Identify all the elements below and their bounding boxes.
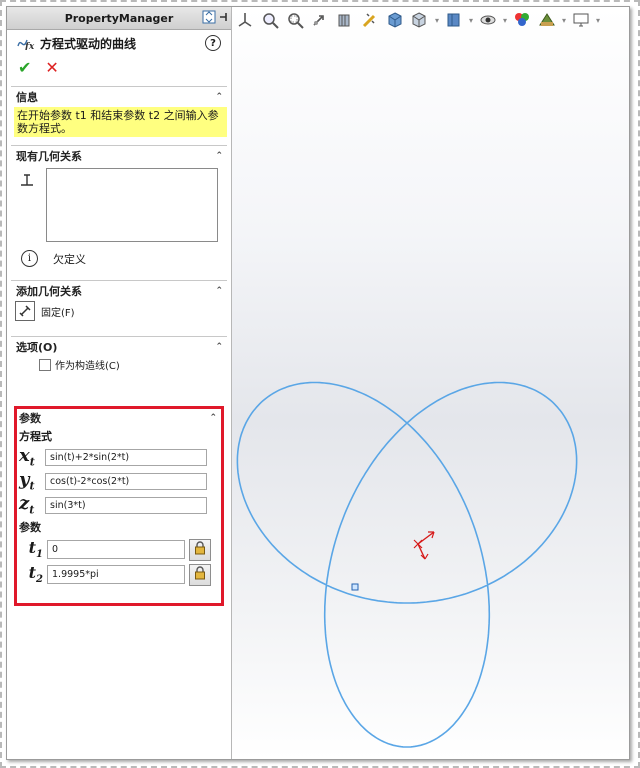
graphics-viewport[interactable]: ▾ ▾ ▾ ▾ ▾ — [232, 7, 629, 759]
relations-list-box[interactable] — [46, 168, 218, 242]
add-relations-section: 添加几何关系 ⌃ 固定(F) — [11, 280, 227, 336]
ok-cancel-row: ✔ ✕ — [7, 56, 231, 78]
lock-icon — [193, 541, 207, 558]
collapse-chevron-icon[interactable]: ⌃ — [215, 151, 223, 161]
collapse-chevron-icon[interactable]: ⌃ — [215, 342, 223, 352]
add-relations-title: 添加几何关系 — [16, 285, 82, 298]
options-header[interactable]: 选项(O) ⌃ — [11, 337, 227, 357]
parameters-title: 参数 — [19, 412, 41, 425]
t1-input[interactable]: 0 — [47, 540, 185, 559]
construction-checkbox[interactable] — [39, 358, 51, 371]
info-section-header[interactable]: 信息 ⌃ — [11, 87, 227, 107]
cancel-button[interactable]: ✕ — [45, 58, 58, 77]
fix-relation-row[interactable]: 固定(F) — [11, 301, 227, 321]
info-section: 信息 ⌃ 在开始参数 t1 和结束参数 t2 之间输入参数方程式。 — [11, 86, 227, 145]
t1-variable-label: t1 — [28, 538, 43, 561]
definition-status: 欠定义 — [53, 252, 86, 266]
t2-variable-label: t2 — [28, 563, 43, 586]
feature-title-row: fx 方程式驱动的曲线 ? — [7, 30, 231, 56]
collapse-chevron-icon[interactable]: ⌃ — [209, 413, 217, 423]
equation-y-input[interactable]: cos(t)-2*cos(2*t) — [45, 472, 207, 490]
equation-z-input[interactable]: sin(3*t) — [45, 496, 207, 514]
existing-relations-header[interactable]: 现有几何关系 ⌃ — [11, 146, 227, 166]
x-variable-label: xt — [19, 445, 35, 469]
feature-title: 方程式驱动的曲线 — [40, 36, 137, 51]
info-section-title: 信息 — [16, 91, 38, 104]
parameters-header[interactable]: 参数 ⌃ — [17, 409, 221, 427]
fix-anchor-icon[interactable] — [15, 301, 35, 321]
t1-lock-button[interactable] — [189, 538, 211, 561]
equation-y-row: yt cos(t)-2*cos(2*t) — [17, 469, 221, 493]
equation-driven-curve[interactable] — [236, 381, 578, 748]
ok-button[interactable]: ✔ — [18, 58, 31, 77]
curve-start-point[interactable] — [351, 583, 359, 591]
equation-x-row: xt sin(t)+2*sin(2*t) — [17, 445, 221, 469]
t2-input[interactable]: 1.9995*pi — [47, 565, 185, 584]
curve-canvas — [236, 381, 578, 748]
equation-x-input[interactable]: sin(t)+2*sin(2*t) — [45, 448, 207, 466]
coordinate-triad-icon — [413, 531, 435, 560]
fix-relation-label[interactable]: 固定(F) — [41, 304, 75, 319]
equation-z-row: zt sin(3*t) — [17, 493, 221, 517]
z-variable-label: zt — [19, 493, 35, 517]
collapse-chevron-icon[interactable]: ⌃ — [215, 92, 223, 102]
t2-lock-button[interactable] — [189, 563, 211, 586]
svg-text:fx: fx — [24, 42, 35, 50]
params-label: 参数 — [19, 521, 41, 534]
collapse-chevron-icon[interactable]: ⌃ — [215, 286, 223, 296]
add-relations-header[interactable]: 添加几何关系 ⌃ — [11, 281, 227, 301]
parameters-section: 参数 ⌃ 方程式 xt sin(t)+2*sin(2*t) yt cos(t)-… — [14, 406, 224, 606]
equation-curve-icon: fx — [17, 34, 35, 53]
property-manager-panel: PropertyManager fx 方程式驱动的曲线 ? ✔ ✕ 信息 ⌃ 在… — [7, 7, 232, 759]
y-variable-label: yt — [19, 469, 35, 493]
options-section: 选项(O) ⌃ 作为构造线(C) — [11, 336, 227, 387]
existing-relations-section: 现有几何关系 ⌃ i 欠定义 — [11, 145, 227, 280]
pin-icon[interactable] — [219, 10, 229, 27]
relation-icon — [19, 172, 35, 191]
options-title: 选项(O) — [16, 341, 58, 354]
expand-panel-icon[interactable] — [202, 10, 216, 27]
help-button[interactable]: ? — [205, 35, 221, 51]
existing-relations-title: 现有几何关系 — [16, 150, 82, 163]
property-manager-header: PropertyManager — [7, 7, 231, 30]
construction-label[interactable]: 作为构造线(C) — [55, 357, 120, 372]
info-icon: i — [21, 250, 38, 267]
info-message: 在开始参数 t1 和结束参数 t2 之间输入参数方程式。 — [14, 107, 227, 137]
param-t2-row: t2 1.9995*pi — [17, 562, 221, 587]
param-t1-row: t1 0 — [17, 537, 221, 562]
panel-header-title: PropertyManager — [64, 11, 174, 25]
lock-icon — [193, 566, 207, 583]
equations-label: 方程式 — [19, 430, 52, 443]
app-window: ▾ ▾ ▾ ▾ ▾ PropertyManager fx 方程式驱动的曲线 ? … — [6, 6, 630, 760]
